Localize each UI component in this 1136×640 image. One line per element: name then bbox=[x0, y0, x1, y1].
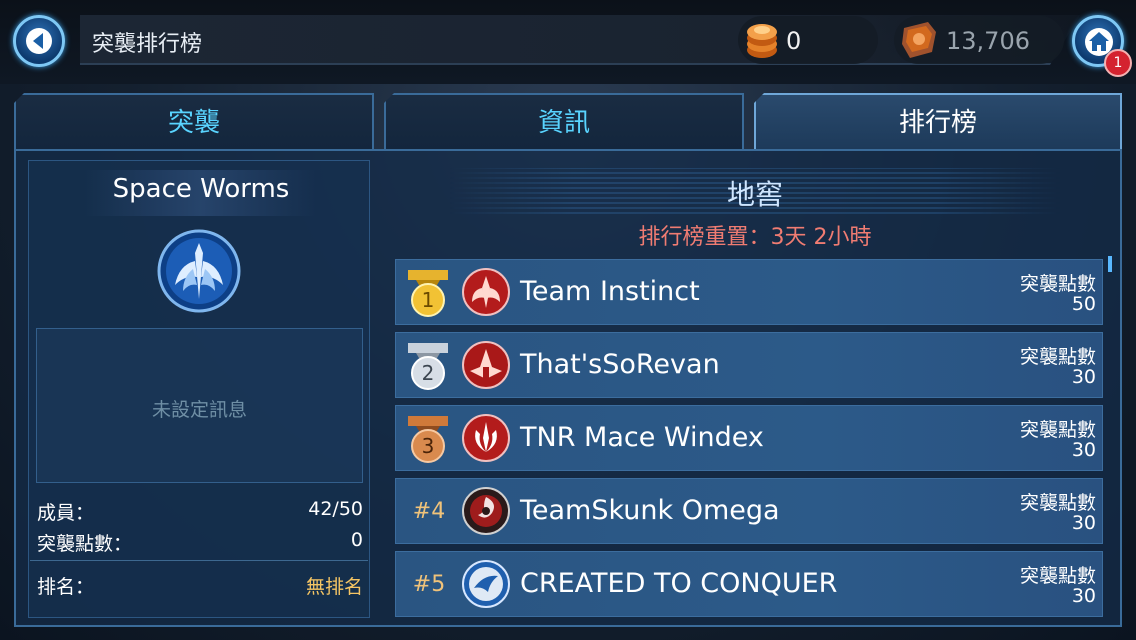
svg-text:1: 1 bbox=[422, 288, 435, 312]
raid-token-count: 13,706 bbox=[946, 27, 1030, 55]
tab-raid[interactable]: 突襲 bbox=[14, 93, 374, 149]
svg-text:2: 2 bbox=[422, 361, 435, 385]
members-value: 42/50 bbox=[308, 498, 363, 520]
guild-row-name: CREATED TO CONQUER bbox=[520, 568, 838, 599]
points-value: 50 bbox=[1071, 293, 1096, 315]
gold-medal-icon: 1 bbox=[408, 270, 448, 317]
points-label: 突襲點數 bbox=[1019, 419, 1096, 441]
bronze-medal-icon: 3 bbox=[408, 416, 448, 463]
rank-label: 排名： bbox=[37, 576, 95, 598]
guild-row-name: Team Instinct bbox=[520, 276, 700, 307]
tier-title: 地窖 bbox=[726, 178, 783, 211]
points-label: 突襲點數 bbox=[1019, 565, 1096, 587]
raid-points-value: 0 bbox=[350, 529, 363, 551]
leaderboard-row[interactable]: 1 Team Instinct 突襲點數 50 bbox=[395, 259, 1103, 325]
rank-number: #4 bbox=[412, 499, 446, 524]
leaderboard-row[interactable]: 2 That'sSoRevan 突襲點數 30 bbox=[395, 332, 1103, 398]
leaderboard-row[interactable]: 3 TNR Mace Windex 突襲點數 30 bbox=[395, 405, 1103, 471]
scrollbar[interactable] bbox=[1108, 256, 1112, 272]
guild-message: 未設定訊息 bbox=[151, 399, 247, 421]
guild-row-name: TNR Mace Windex bbox=[520, 422, 764, 453]
points-value: 30 bbox=[1071, 512, 1096, 534]
reset-timer: 排行榜重置：3天 2小時 bbox=[638, 225, 872, 250]
crystal-icon bbox=[747, 24, 777, 58]
points-label: 突襲點數 bbox=[1019, 346, 1096, 368]
points-label: 突襲點數 bbox=[1019, 273, 1096, 295]
back-arrow-icon bbox=[26, 28, 52, 54]
points-value: 30 bbox=[1071, 585, 1096, 607]
members-label: 成員： bbox=[37, 502, 95, 524]
back-button[interactable] bbox=[13, 15, 65, 67]
raid-token-icon bbox=[902, 22, 936, 58]
tab-info[interactable]: 資訊 bbox=[384, 93, 744, 149]
points-value: 30 bbox=[1071, 439, 1096, 461]
crystal-count: 0 bbox=[786, 27, 802, 55]
silver-medal-icon: 2 bbox=[408, 343, 448, 390]
guild-logo-icon bbox=[462, 487, 510, 535]
notification-badge: 1 bbox=[1104, 49, 1132, 77]
page-title: 突襲排行榜 bbox=[92, 32, 203, 57]
leaderboard-row[interactable]: #5 CREATED TO CONQUER 突襲點數 30 bbox=[395, 551, 1103, 617]
guild-logo-icon bbox=[462, 341, 510, 389]
guild-logo-icon bbox=[462, 560, 510, 608]
guild-row-name: That'sSoRevan bbox=[520, 349, 720, 380]
rank-number: #5 bbox=[412, 572, 446, 597]
points-label: 突襲點數 bbox=[1019, 492, 1096, 514]
leaderboard-row[interactable]: #4 TeamSkunk Omega 突襲點數 30 bbox=[395, 478, 1103, 544]
old-republic-emblem-icon bbox=[157, 229, 241, 313]
rank-value: 無排名 bbox=[305, 576, 363, 598]
guild-logo-icon bbox=[462, 268, 510, 316]
points-value: 30 bbox=[1071, 366, 1096, 388]
guild-row-name: TeamSkunk Omega bbox=[520, 495, 780, 526]
raid-points-label: 突襲點數： bbox=[37, 533, 133, 555]
svg-text:3: 3 bbox=[422, 434, 435, 458]
rebel-alliance-icon bbox=[462, 414, 510, 462]
guild-name: Space Worms bbox=[112, 174, 290, 204]
tab-leaderboard[interactable]: 排行榜 bbox=[754, 93, 1122, 149]
divider bbox=[30, 560, 368, 561]
